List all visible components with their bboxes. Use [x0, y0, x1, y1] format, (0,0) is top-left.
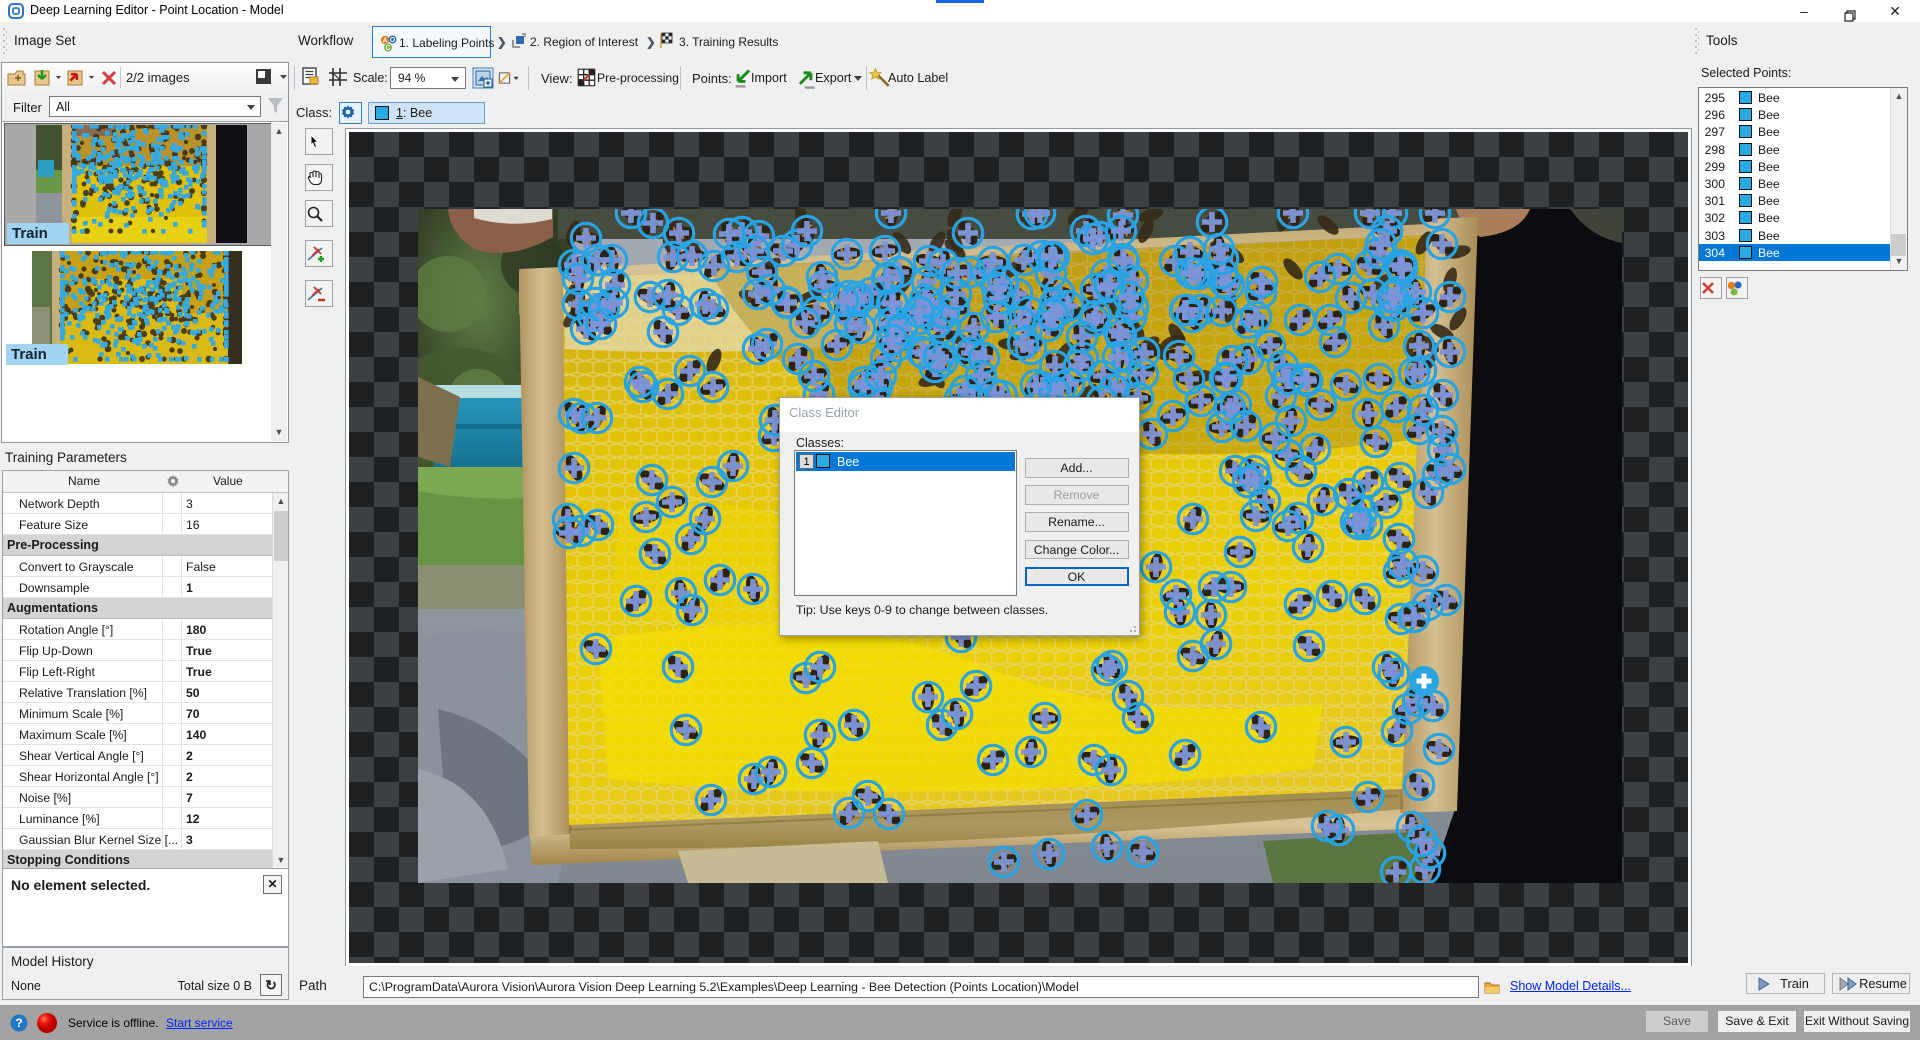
svg-text:?: ?	[15, 1016, 22, 1030]
svg-text:O: O	[390, 37, 396, 44]
svg-text:C: C	[385, 45, 390, 52]
svg-text:A: A	[382, 38, 387, 45]
